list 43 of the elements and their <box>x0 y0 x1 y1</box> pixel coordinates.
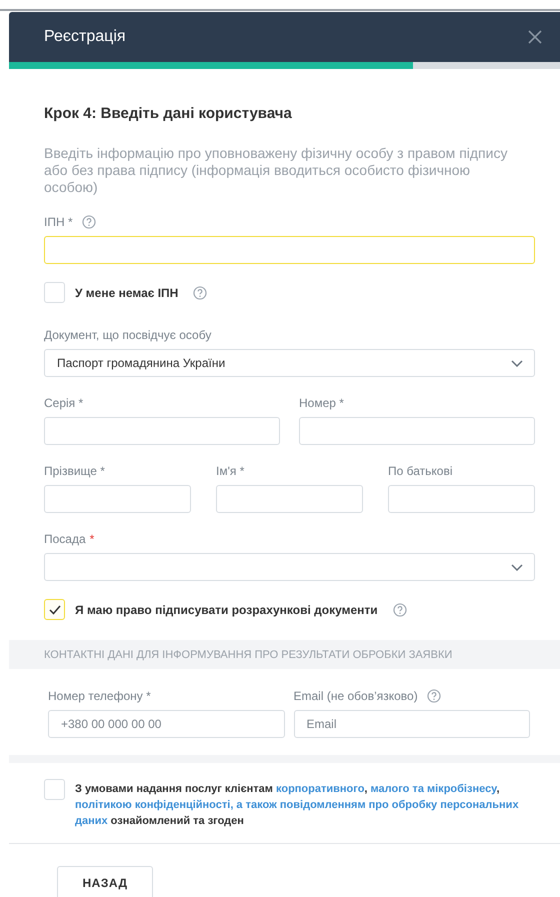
field-label: Ім'я * <box>216 464 244 478</box>
checkbox[interactable] <box>44 282 65 303</box>
select-field[interactable] <box>44 553 535 581</box>
field-label: Номер телефону * <box>48 688 151 702</box>
field-label: Документ, що посвідчує особу <box>44 328 212 342</box>
check-icon <box>48 604 60 614</box>
chevron-down-icon <box>511 564 523 570</box>
field-label: Номер * <box>299 396 344 410</box>
text-field[interactable]: Email <box>294 710 530 738</box>
checkbox[interactable] <box>44 779 65 800</box>
help-icon[interactable] <box>193 286 208 300</box>
checkbox-label: У мене немає ІПН <box>75 286 178 300</box>
close-icon[interactable] <box>528 30 542 44</box>
back-button[interactable]: НАЗАД <box>57 866 153 897</box>
field-label: Посада * <box>44 532 94 546</box>
checkbox-label: Я маю право підписувати розрахункові документи <box>75 602 378 616</box>
link[interactable]: корпоративного <box>276 783 364 795</box>
help-icon[interactable] <box>82 214 96 228</box>
step-title: Крок 4: Введіть дані користувача <box>44 105 293 124</box>
chevron-down-icon <box>511 360 523 366</box>
text-field[interactable] <box>44 236 535 264</box>
text-field[interactable] <box>299 417 535 445</box>
checkbox[interactable] <box>44 599 65 620</box>
help-icon[interactable] <box>426 688 441 702</box>
text-field[interactable] <box>44 485 191 513</box>
field-label: ІПН * <box>44 214 73 228</box>
text-field[interactable]: +380 00 000 00 00 <box>48 710 284 738</box>
field-label: Серія * <box>44 396 84 410</box>
link[interactable]: політикою конфіденційності, а також повідомленням про обробку персональних <box>75 799 519 811</box>
field-label: Email (не обов’язково) <box>294 688 418 702</box>
select-field[interactable]: Паспорт громадянина України <box>44 349 535 377</box>
consent-text: З умовами надання послуг клієнтам корпоративного, малого та мікробізнесу, політикою конфіденційності, а також повідомленням про обробку персональних даних ознайомлений та згоден <box>75 782 520 829</box>
field-label: Прізвище * <box>44 464 105 478</box>
field-label: По батькові <box>388 464 452 478</box>
link[interactable]: малого та мікробізнесу <box>370 783 496 795</box>
text-field[interactable] <box>388 485 535 513</box>
text-field[interactable] <box>44 417 280 445</box>
help-icon[interactable] <box>392 602 407 616</box>
section-title: КОНТАКТНІ ДАНІ ДЛЯ ІНФОРМУВАННЯ ПРО РЕЗУЛЬТАТИ ОБРОБКИ ЗАЯВКИ <box>44 648 452 660</box>
window-title: Реєстрація <box>44 28 126 46</box>
text-field[interactable] <box>216 485 363 513</box>
link[interactable]: даних <box>75 815 108 827</box>
step-description: Введіть інформацію про уповноважену фізичну особу з правом підпису або без права підпису (інформація вводиться особисто фізичною особою) <box>44 145 508 196</box>
